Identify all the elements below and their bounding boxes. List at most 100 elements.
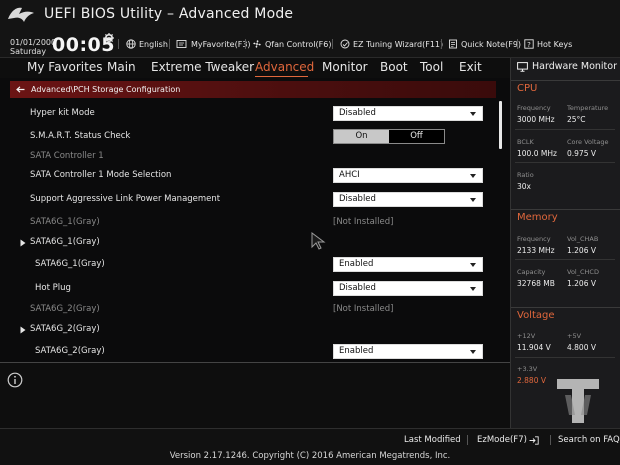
toolbar-divider (332, 39, 333, 49)
toolbar-divider (517, 39, 518, 49)
toggle-off-option[interactable]: Off (389, 130, 444, 143)
tab-boot[interactable]: Boot (380, 60, 408, 74)
setting-row-aggressive-link-power: Support Aggressive Link Power Management… (0, 190, 496, 210)
toggle-on-option[interactable]: On (334, 130, 389, 143)
chevron-right-icon (20, 326, 26, 334)
setting-label: Support Aggressive Link Power Management (30, 194, 221, 204)
aggressive-link-power-select[interactable]: Disabled (333, 192, 483, 207)
cpu-bclk-label: BCLK (517, 138, 534, 146)
toolbar-divider (169, 39, 170, 49)
help-icon: ? (524, 39, 534, 49)
active-tab-indicator (255, 76, 308, 77)
last-modified-button[interactable]: Last Modified (404, 435, 461, 445)
top-bar: UEFI BIOS Utility – Advanced Mode 01/01/… (0, 0, 620, 58)
cpu-ratio-value: 30x (517, 182, 531, 191)
ez-mode-button[interactable]: EzMode(F7) (477, 435, 539, 445)
info-icon (7, 372, 23, 388)
setting-label: SATA6G_1(Gray) (35, 259, 105, 269)
tab-extreme-tweaker[interactable]: Extreme Tweaker (151, 60, 254, 74)
sata-mode-select[interactable]: AHCI (333, 168, 483, 183)
hardware-monitor-title-text: Hardware Monitor (532, 61, 617, 72)
favorite-icon (176, 40, 187, 48)
hot-keys-label: Hot Keys (537, 39, 573, 49)
footer-divider (467, 435, 468, 445)
select-value: Disabled (339, 108, 376, 118)
divider (515, 357, 615, 358)
divider (515, 259, 615, 260)
site-watermark-logo (557, 379, 599, 423)
voltage-5v-label: +5V (567, 332, 582, 340)
mouse-cursor-icon (311, 232, 326, 250)
footer-bar: Last Modified EzMode(F7) Search on FAQ V… (0, 428, 620, 465)
ez-tuning-wizard-button[interactable]: EZ Tuning Wizard(F11) (340, 38, 443, 50)
setting-label: SATA6G_2(Gray) (35, 346, 105, 356)
submenu-sata6g1[interactable]: SATA6G_1(Gray) (0, 233, 496, 253)
globe-icon (126, 39, 136, 49)
setting-label: Hyper kit Mode (30, 108, 95, 118)
memory-vol-chab-value: 1.206 V (567, 246, 596, 255)
breadcrumb[interactable]: Advanced\PCH Storage Configuration (10, 81, 496, 98)
port-label: SATA6G_2(Gray) (30, 304, 100, 314)
hardware-monitor-title: Hardware Monitor (517, 61, 617, 72)
sata6g2-enable-select[interactable]: Enabled (333, 344, 483, 359)
toolbar-divider (118, 39, 119, 49)
tab-main[interactable]: Main (107, 60, 136, 74)
cpu-temperature-label: Temperature (567, 104, 609, 112)
qfan-control-button[interactable]: Qfan Control(F6) (252, 38, 331, 50)
search-faq-button[interactable]: Search on FAQ (558, 435, 620, 445)
tab-advanced[interactable]: Advanced (255, 60, 314, 74)
setting-label: Hot Plug (35, 283, 71, 293)
port-status: [Not Installed] (333, 304, 394, 314)
chevron-down-icon (470, 263, 476, 267)
gear-icon[interactable] (104, 33, 114, 43)
quick-note-button[interactable]: Quick Note(F9) (448, 38, 521, 50)
smart-status-toggle[interactable]: On Off (333, 129, 445, 144)
submenu-sata6g2[interactable]: SATA6G_2(Gray) (0, 320, 496, 340)
cpu-bclk-value: 100.0 MHz (517, 149, 557, 158)
app-title: UEFI BIOS Utility – Advanced Mode (44, 6, 294, 22)
submenu-label: SATA6G_1(Gray) (30, 237, 100, 247)
setting-label: S.M.A.R.T. Status Check (30, 131, 131, 141)
divider (515, 162, 615, 163)
voltage-12v-value: 11.904 V (517, 343, 551, 352)
chevron-right-icon (20, 239, 26, 247)
hyper-kit-mode-select[interactable]: Disabled (333, 106, 483, 121)
select-value: Disabled (339, 194, 376, 204)
memory-section-title: Memory (517, 212, 558, 223)
port-status: [Not Installed] (333, 217, 394, 227)
select-value: Enabled (339, 259, 374, 269)
cpu-frequency-value: 3000 MHz (517, 115, 555, 124)
quick-note-label: Quick Note(F9) (461, 39, 522, 49)
tab-my-favorites[interactable]: My Favorites (27, 60, 102, 74)
date-display: 01/01/2000 Saturday (10, 38, 56, 56)
note-icon (449, 39, 457, 49)
setting-row-sata6g2-enable: SATA6G_2(Gray) Enabled (0, 342, 496, 362)
help-info-panel (0, 362, 510, 428)
language-button[interactable]: English (126, 38, 168, 50)
settings-list: Hyper kit Mode Disabled S.M.A.R.T. Statu… (0, 100, 510, 359)
hot-plug-select[interactable]: Disabled (333, 281, 483, 296)
version-text: Version 2.17.1246. Copyright (C) 2016 Am… (169, 451, 451, 461)
back-arrow-icon[interactable] (16, 86, 25, 93)
divider (515, 129, 615, 130)
tab-monitor[interactable]: Monitor (322, 60, 368, 74)
ez-tuning-wizard-label: EZ Tuning Wizard(F11) (353, 39, 444, 49)
setting-row-smart-status-check: S.M.A.R.T. Status Check On Off (0, 127, 496, 147)
memory-capacity-label: Capacity (517, 268, 546, 276)
select-value: AHCI (339, 170, 360, 180)
tab-exit[interactable]: Exit (459, 60, 482, 74)
hot-keys-button[interactable]: ? Hot Keys (524, 38, 572, 50)
toolbar-divider (245, 39, 246, 49)
chevron-down-icon (470, 174, 476, 178)
setting-row-sata6g1-status: SATA6G_1(Gray) [Not Installed] (0, 213, 496, 233)
myfavorite-button[interactable]: MyFavorite(F3) (176, 38, 251, 50)
cpu-ratio-label: Ratio (517, 171, 534, 179)
sata6g1-enable-select[interactable]: Enabled (333, 257, 483, 272)
footer-divider (550, 435, 551, 445)
breadcrumb-path: Advanced\PCH Storage Configuration (31, 85, 181, 94)
ez-mode-label: EzMode(F7) (477, 435, 527, 445)
rog-logo-icon (8, 7, 34, 22)
tab-tool[interactable]: Tool (420, 60, 443, 74)
scrollbar[interactable] (499, 101, 502, 149)
exit-arrow-icon (529, 435, 539, 445)
